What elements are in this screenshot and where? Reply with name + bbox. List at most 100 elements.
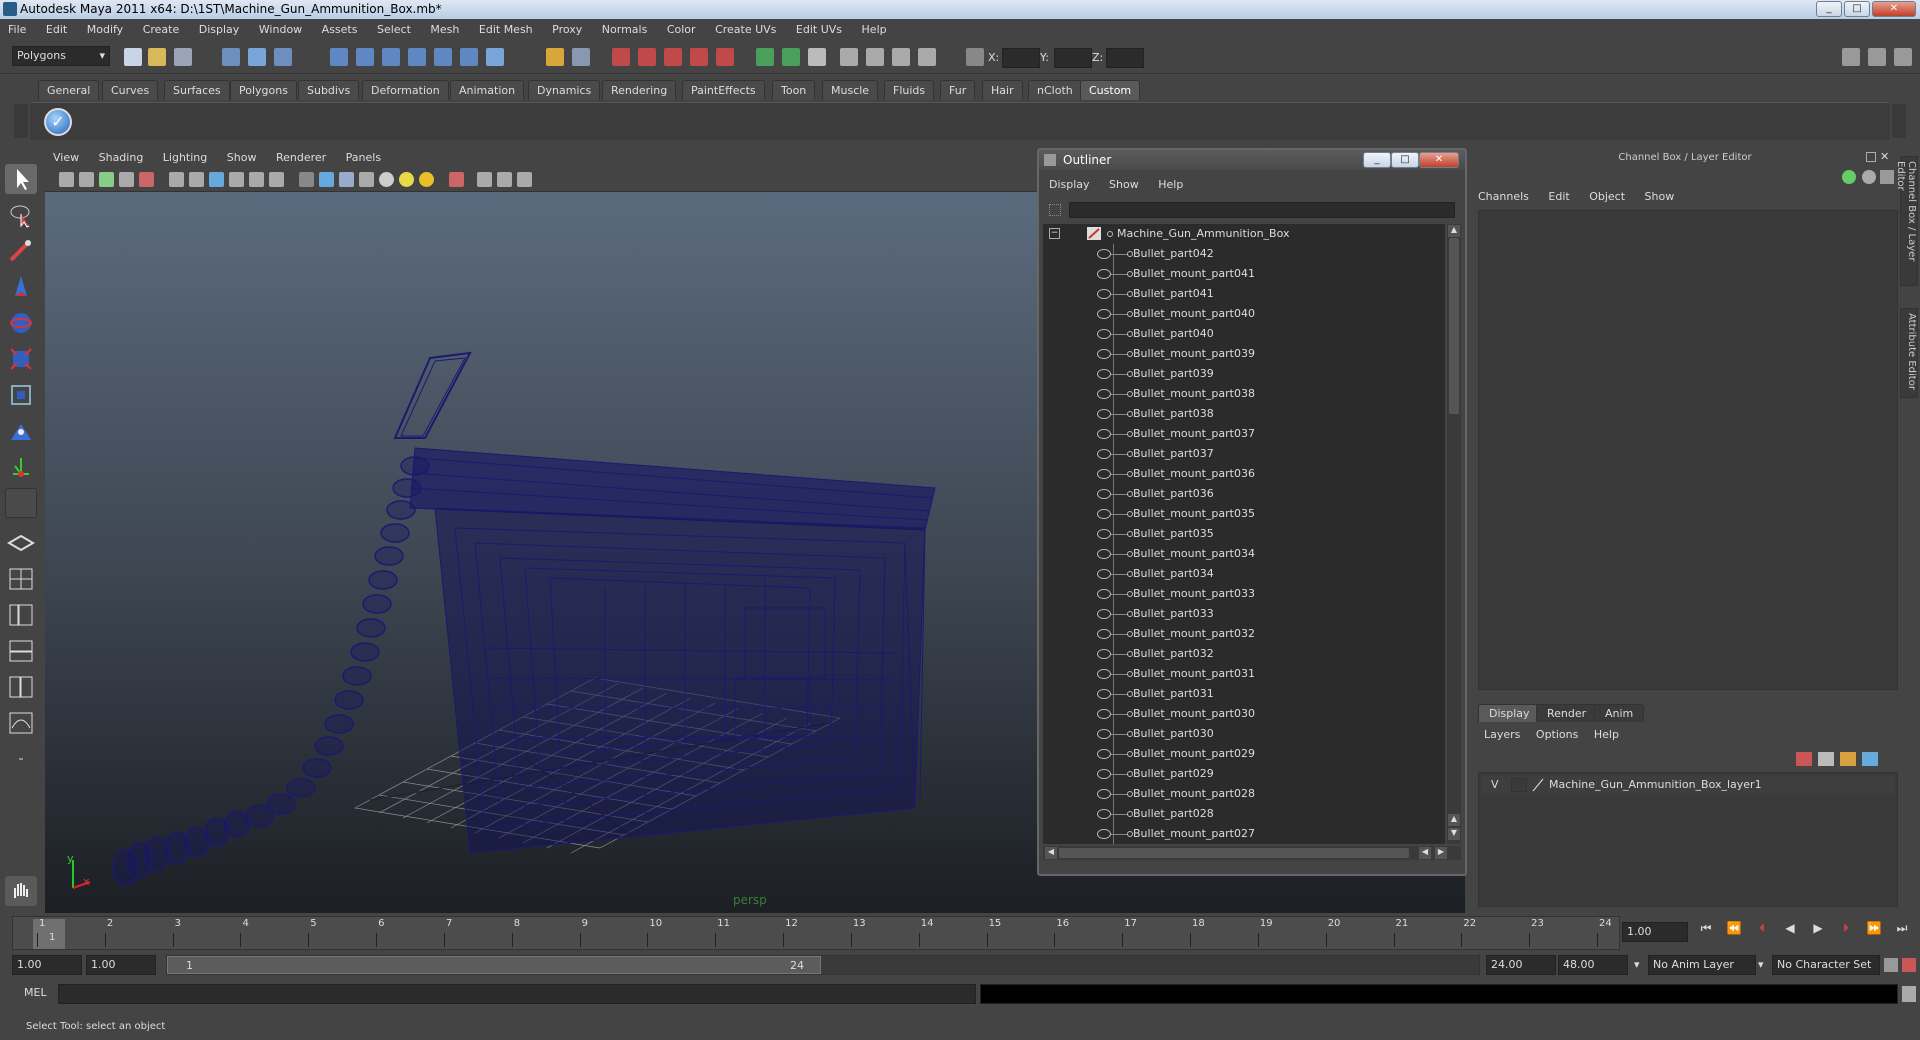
select-camera-icon[interactable] (59, 172, 74, 187)
tool-settings-toggle-icon[interactable] (1868, 48, 1886, 66)
layout-persp-graph-icon[interactable] (5, 636, 37, 666)
outliner-item[interactable]: Bullet_part033 (1043, 604, 1443, 624)
menu-create[interactable]: Create (135, 19, 188, 40)
outliner-item[interactable]: Bullet_part042 (1043, 244, 1443, 264)
anim-layer-dropdown[interactable]: No Anim Layer (1648, 955, 1756, 975)
share-icon[interactable] (517, 172, 532, 187)
camera-attributes-icon[interactable] (79, 172, 94, 187)
show-manipulator-icon[interactable] (5, 452, 37, 482)
scroll-down-icon[interactable]: ▲ (1448, 814, 1460, 826)
shelf-tab-dynamics[interactable]: Dynamics (528, 80, 601, 100)
manipulator-icon[interactable] (1862, 170, 1876, 184)
y-input[interactable] (1054, 48, 1092, 68)
channelbox-toggle-icon[interactable] (1894, 48, 1912, 66)
shelf-tab-rendering[interactable]: Rendering (602, 80, 677, 100)
outliner-search-input[interactable] (1069, 202, 1455, 218)
shadows-icon[interactable] (419, 172, 434, 187)
move-tool-icon[interactable] (5, 272, 37, 302)
rotate-tool-icon[interactable] (5, 308, 37, 338)
go-to-start-icon[interactable]: ⏮ (1698, 920, 1714, 936)
scroll-up-icon[interactable]: ▲ (1448, 225, 1460, 237)
channel-box-icon[interactable] (808, 48, 826, 66)
layout-four-icon[interactable] (866, 48, 884, 66)
close-window-button[interactable]: ✕ (1872, 1, 1916, 17)
current-frame-input[interactable]: 1.00 (1622, 922, 1688, 942)
menu-window[interactable]: Window (251, 19, 310, 40)
close-panel-icon[interactable]: ✕ (1880, 150, 1889, 163)
layout-single-pane-icon[interactable] (5, 528, 37, 558)
scroll-right-icon[interactable]: ▶ (1435, 847, 1447, 859)
outliner-item[interactable]: Bullet_part030 (1043, 724, 1443, 744)
shelf-tab-surfaces[interactable]: Surfaces (164, 80, 230, 100)
menu-proxy[interactable]: Proxy (544, 19, 590, 40)
layout-hypershade-icon[interactable] (5, 672, 37, 702)
default-light-icon[interactable] (379, 172, 394, 187)
layout-outliner-pane-icon[interactable] (5, 600, 37, 630)
safe-title-icon[interactable] (229, 172, 244, 187)
outliner-item[interactable]: Bullet_part032 (1043, 644, 1443, 664)
outliner-item[interactable]: Bullet_part035 (1043, 524, 1443, 544)
step-back-key-icon[interactable]: ⏪ (1726, 920, 1742, 936)
open-scene-icon[interactable] (148, 48, 166, 66)
layer-tab-render[interactable]: Render (1536, 704, 1598, 722)
range-slider-handle[interactable]: 1 24 (167, 956, 821, 974)
new-scene-icon[interactable] (124, 48, 142, 66)
chevron-down-icon[interactable]: ▾ (1634, 958, 1640, 971)
snap-live-icon[interactable] (434, 48, 452, 66)
layer-row[interactable]: V Machine_Gun_Ammunition_Box_layer1 (1481, 775, 1895, 795)
layout-graph-icon[interactable] (918, 48, 936, 66)
textured-icon[interactable] (359, 172, 374, 187)
outliner-item[interactable]: Bullet_mount_part031 (1043, 664, 1443, 684)
shelf-tab-polygons[interactable]: Polygons (230, 80, 297, 100)
shelf-tab-general[interactable]: General (38, 80, 100, 100)
snap-curve-icon[interactable] (356, 48, 374, 66)
outliner-item[interactable]: Bullet_mount_part029 (1043, 744, 1443, 764)
outliner-item[interactable]: Bullet_part040 (1043, 324, 1443, 344)
hypershade-icon[interactable] (716, 48, 734, 66)
layer-menu-layers[interactable]: Layers (1478, 726, 1526, 744)
two-sided-lighting-icon[interactable] (477, 172, 492, 187)
vp-menu-shading[interactable]: Shading (91, 148, 152, 168)
menu-create-uvs[interactable]: Create UVs (707, 19, 784, 40)
soft-mod-icon[interactable] (5, 416, 37, 446)
film-gate-icon[interactable] (139, 172, 154, 187)
menu-color[interactable]: Color (659, 19, 704, 40)
menu-edit-mesh[interactable]: Edit Mesh (471, 19, 541, 40)
outliner-minimize-button[interactable]: _ (1363, 152, 1391, 168)
animation-start-input[interactable]: 1.00 (12, 955, 82, 975)
all-lights-icon[interactable] (399, 172, 414, 187)
shelf-scroll-icon[interactable] (1892, 104, 1906, 138)
help-icon[interactable] (486, 48, 504, 66)
cb-menu-edit[interactable]: Edit (1540, 188, 1577, 206)
character-set-dropdown[interactable]: No Character Set (1772, 955, 1880, 975)
minimize-button[interactable]: _ (1816, 1, 1842, 17)
outliner-menu-show[interactable]: Show (1099, 176, 1145, 194)
scale-tool-icon[interactable] (5, 344, 37, 374)
outliner-scroll-thumb[interactable] (1449, 238, 1459, 414)
layer-color-icon[interactable] (1531, 778, 1545, 792)
side-tab-attribute-editor[interactable]: Attribute Editor (1900, 308, 1918, 398)
vp-menu-lighting[interactable]: Lighting (155, 148, 215, 168)
menu-normals[interactable]: Normals (594, 19, 656, 40)
outliner-filter-icon[interactable] (1049, 204, 1061, 216)
shelf-tab-toon[interactable]: Toon (772, 80, 816, 100)
layout-single-icon[interactable] (840, 48, 858, 66)
image-plane-icon[interactable] (119, 172, 134, 187)
select-hierarchy-icon[interactable] (222, 48, 240, 66)
paint-select-icon[interactable] (5, 236, 37, 266)
step-forward-frame-icon[interactable]: ⏵ (1838, 920, 1854, 936)
vp-menu-show[interactable]: Show (219, 148, 265, 168)
select-tool-icon[interactable] (5, 164, 37, 194)
maximize-button[interactable]: □ (1844, 1, 1870, 17)
playback-start-input[interactable]: 1.00 (86, 955, 156, 975)
command-input[interactable] (58, 984, 976, 1004)
layer-type-toggle[interactable] (1511, 778, 1527, 792)
menu-display[interactable]: Display (191, 19, 248, 40)
menu-help[interactable]: Help (854, 19, 895, 40)
shelf-tab-custom[interactable]: Custom (1080, 80, 1141, 100)
time-slider-track[interactable]: 1 1 2 3 4 5 6 7 8 9 10 11 12 13 14 15 16 17 18 19 20 21 22 23 2… (12, 916, 1620, 950)
outliner-close-button[interactable]: ✕ (1419, 152, 1459, 168)
animation-prefs-icon[interactable] (1902, 958, 1916, 972)
layout-graph-editor-icon[interactable] (5, 708, 37, 738)
lasso-tool-icon[interactable] (5, 200, 37, 230)
